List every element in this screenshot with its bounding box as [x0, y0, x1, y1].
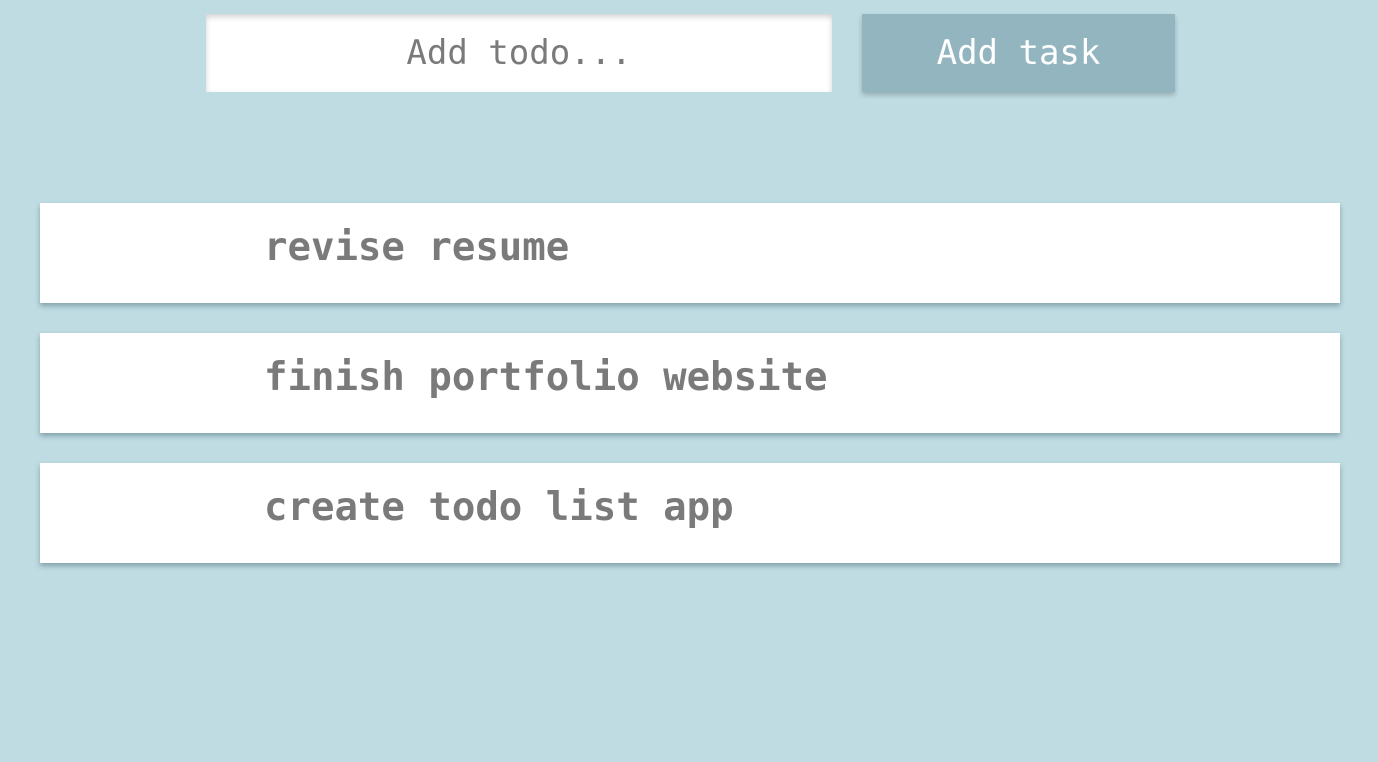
todo-list: revise resume finish portfolio website c… [40, 203, 1340, 593]
todo-item-text: revise resume [264, 224, 570, 270]
add-task-button[interactable]: Add task [862, 14, 1175, 92]
todo-item-text: finish portfolio website [264, 354, 828, 400]
todo-item[interactable]: revise resume [40, 203, 1340, 303]
todo-item[interactable]: finish portfolio website [40, 333, 1340, 433]
todo-item-text: create todo list app [264, 484, 734, 530]
add-todo-form: Add task [206, 14, 1175, 92]
todo-item[interactable]: create todo list app [40, 463, 1340, 563]
todo-input[interactable] [206, 14, 832, 92]
